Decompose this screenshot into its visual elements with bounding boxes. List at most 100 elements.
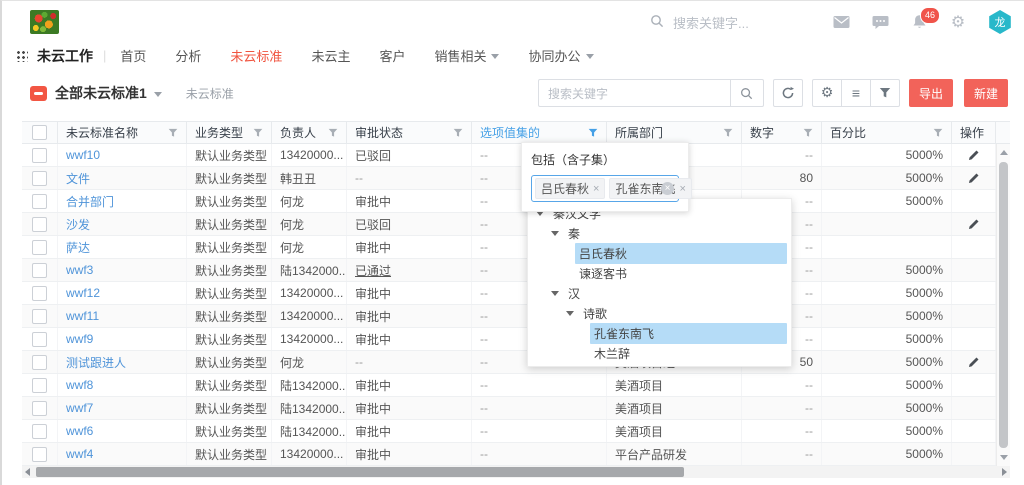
app-grid-icon[interactable] (16, 50, 28, 62)
record-name-link[interactable]: wwf10 (66, 148, 100, 162)
workspace-title[interactable]: 未云工作 (37, 46, 93, 66)
row-checkbox[interactable] (32, 332, 47, 347)
filter-tag[interactable]: 孔雀东南飞× (609, 178, 691, 199)
nav-item-4[interactable]: 未云主 (311, 46, 350, 65)
filter-tag-input[interactable]: 吕氏春秋×孔雀东南飞×× (531, 175, 679, 202)
column-filter-funnel-icon[interactable] (328, 128, 338, 138)
settings-gear-icon[interactable]: ⚙ (949, 13, 967, 31)
row-checkbox[interactable] (32, 240, 47, 255)
record-name-link[interactable]: 测试跟进人 (66, 354, 126, 371)
department-cell: 美酒项目 (607, 374, 742, 396)
chat-icon[interactable] (871, 13, 889, 31)
record-name-link[interactable]: wwf9 (66, 332, 93, 346)
column-filter-funnel-icon[interactable] (588, 128, 598, 138)
record-name-link[interactable]: wwf8 (66, 378, 93, 392)
row-checkbox[interactable] (32, 263, 47, 278)
row-checkbox[interactable] (32, 171, 47, 186)
row-density-icon[interactable]: ≡ (841, 79, 871, 107)
record-name-link[interactable]: 萨达 (66, 239, 90, 256)
tree-node-label[interactable]: 孔雀东南飞 (590, 323, 787, 344)
nav-item-6[interactable]: 销售相关 (434, 46, 499, 65)
record-name-link[interactable]: 沙发 (66, 216, 90, 233)
tree-node-label[interactable]: 秦 (564, 223, 787, 244)
column-filter-funnel-icon[interactable] (168, 128, 178, 138)
nav-item-3[interactable]: 未云标准 (230, 46, 282, 65)
row-checkbox[interactable] (32, 217, 47, 232)
vertical-scrollbar[interactable] (996, 144, 1010, 466)
tree-expand-arrow-icon[interactable] (566, 311, 574, 316)
tree-node-label[interactable]: 谏逐客书 (575, 263, 787, 284)
scroll-left-arrow-icon[interactable] (25, 468, 30, 476)
row-checkbox[interactable] (32, 194, 47, 209)
tree-node[interactable]: 诗歌 (528, 303, 787, 323)
record-name-link[interactable]: wwf7 (66, 401, 93, 415)
tree-node[interactable]: 谏逐客书 (528, 263, 787, 283)
create-button[interactable]: 新建 (964, 79, 1008, 107)
horizontal-scrollbar[interactable] (22, 466, 1010, 478)
edit-pencil-icon[interactable] (967, 356, 980, 369)
row-checkbox[interactable] (32, 378, 47, 393)
tree-node-label[interactable]: 汉 (564, 283, 787, 304)
tree-expand-arrow-icon[interactable] (551, 231, 559, 236)
chevron-down-icon[interactable] (154, 92, 162, 97)
column-filter-funnel-icon[interactable] (803, 128, 813, 138)
record-name-link[interactable]: wwf6 (66, 424, 93, 438)
list-search-input[interactable]: 搜索关键字 (538, 79, 764, 107)
record-name-link[interactable]: wwf4 (66, 447, 93, 461)
mail-icon[interactable] (832, 13, 850, 31)
nav-item-1[interactable]: 首页 (120, 46, 146, 65)
tree-expand-arrow-icon[interactable] (551, 291, 559, 296)
filter-tag[interactable]: 吕氏春秋× (535, 178, 605, 199)
notifications-bell-icon[interactable]: 46 (910, 13, 928, 31)
remove-tag-icon[interactable]: × (679, 183, 685, 195)
view-title[interactable]: 全部未云标准1 (55, 83, 147, 103)
tree-node[interactable]: 吕氏春秋 (528, 243, 787, 263)
row-checkbox[interactable] (32, 424, 47, 439)
record-name-link[interactable]: wwf12 (66, 286, 100, 300)
horizontal-scrollbar-thumb[interactable] (36, 467, 684, 477)
column-filter-funnel-icon[interactable] (453, 128, 463, 138)
record-name-link[interactable]: 合并部门 (66, 193, 114, 210)
edit-pencil-icon[interactable] (967, 218, 980, 231)
column-filter-funnel-icon[interactable] (253, 128, 263, 138)
edit-pencil-icon[interactable] (967, 149, 980, 162)
tree-node-label[interactable]: 诗歌 (579, 303, 787, 324)
nav-item-7[interactable]: 协同办公 (528, 46, 593, 65)
tree-node[interactable]: 孔雀东南飞 (528, 323, 787, 343)
tree-node-label[interactable]: 吕氏春秋 (575, 243, 787, 264)
clear-input-icon[interactable]: × (661, 182, 674, 195)
tree-node[interactable]: 汉 (528, 283, 787, 303)
record-name-link[interactable]: 文件 (66, 170, 90, 187)
refresh-button[interactable] (773, 79, 803, 107)
row-checkbox[interactable] (32, 447, 47, 462)
edit-pencil-icon[interactable] (967, 172, 980, 185)
row-select-cell (22, 443, 58, 465)
nav-item-5[interactable]: 客户 (379, 46, 405, 65)
vertical-scrollbar-thumb[interactable] (999, 162, 1008, 448)
tree-node[interactable]: 木兰辞 (528, 343, 787, 363)
record-name-link[interactable]: wwf11 (66, 309, 99, 323)
nav-item-2[interactable]: 分析 (175, 46, 201, 65)
filter-funnel-icon[interactable] (870, 79, 900, 107)
scroll-right-arrow-icon[interactable] (1002, 468, 1007, 476)
action-cell (952, 374, 996, 396)
export-button[interactable]: 导出 (909, 79, 953, 107)
tree-node-label[interactable]: 木兰辞 (590, 343, 787, 364)
row-checkbox[interactable] (32, 401, 47, 416)
row-checkbox[interactable] (32, 355, 47, 370)
column-filter-funnel-icon[interactable] (723, 128, 733, 138)
scroll-down-arrow-icon[interactable] (1000, 455, 1008, 460)
remove-tag-icon[interactable]: × (593, 183, 599, 195)
row-checkbox[interactable] (32, 148, 47, 163)
user-avatar[interactable]: 龙 (988, 10, 1012, 34)
record-name-link[interactable]: wwf3 (66, 263, 93, 277)
global-search[interactable]: 搜索关键字... (650, 12, 749, 32)
row-checkbox[interactable] (32, 286, 47, 301)
tree-node[interactable]: 秦 (528, 223, 787, 243)
list-search-button[interactable] (730, 80, 763, 106)
scroll-up-arrow-icon[interactable] (1000, 150, 1008, 155)
column-filter-funnel-icon[interactable] (933, 128, 943, 138)
row-checkbox[interactable] (32, 309, 47, 324)
select-all-checkbox[interactable] (32, 125, 47, 140)
column-settings-gear-icon[interactable]: ⚙ (812, 79, 842, 107)
